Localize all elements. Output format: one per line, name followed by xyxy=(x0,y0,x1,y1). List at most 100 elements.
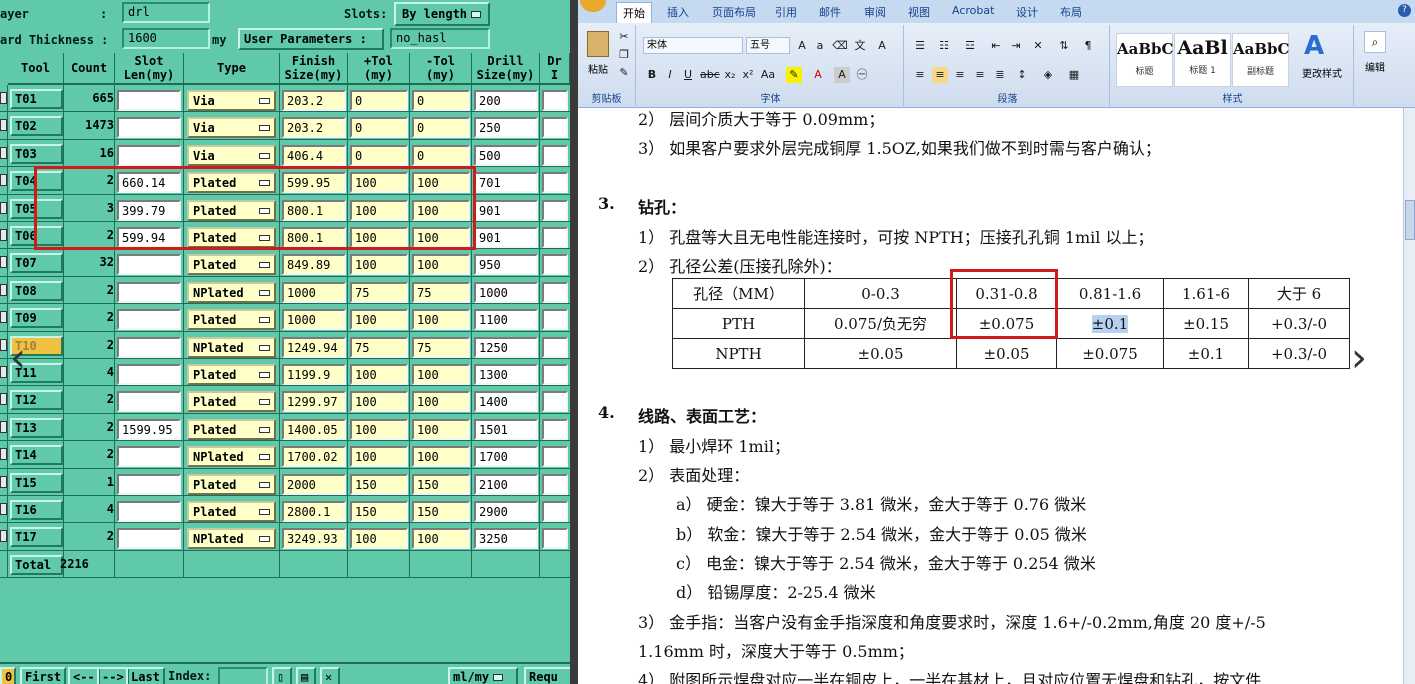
tool-button[interactable]: T02 xyxy=(10,116,63,137)
slot-length-input[interactable]: 1599.95 xyxy=(117,418,181,440)
minus-tol-input[interactable]: 150 xyxy=(412,473,470,495)
tool-button[interactable]: T13 xyxy=(10,417,63,438)
increase-indent-icon[interactable]: ⇥ xyxy=(1008,38,1024,54)
minus-tol-input[interactable]: 100 xyxy=(412,254,470,276)
minus-tol-input[interactable]: 100 xyxy=(412,364,470,385)
plus-tol-input[interactable]: 100 xyxy=(350,172,408,194)
plus-tol-input[interactable]: 100 xyxy=(350,391,408,413)
subscript-icon[interactable]: x₂ xyxy=(722,67,738,83)
drill-size-input[interactable]: 1300 xyxy=(474,364,538,385)
drill-extra-input[interactable] xyxy=(542,528,568,550)
vertical-scrollbar[interactable] xyxy=(1403,108,1415,684)
minus-tol-input[interactable]: 75 xyxy=(412,336,470,358)
finish-size-input[interactable]: 849.89 xyxy=(282,254,346,276)
type-dropdown[interactable]: Via xyxy=(187,117,276,139)
slot-length-input[interactable] xyxy=(117,446,181,468)
nav-zero[interactable]: 0 xyxy=(0,667,16,684)
row-select-icon[interactable] xyxy=(0,283,7,296)
column-header[interactable]: Drill Size(my) xyxy=(472,53,540,85)
shrink-font-icon[interactable]: a xyxy=(812,38,828,54)
show-marks-icon[interactable]: ¶ xyxy=(1080,38,1096,54)
drill-extra-input[interactable] xyxy=(542,144,568,166)
minus-tol-input[interactable]: 100 xyxy=(412,309,470,331)
drill-size-input[interactable]: 901 xyxy=(474,227,538,248)
row-select-icon[interactable] xyxy=(0,146,7,159)
row-select-icon[interactable] xyxy=(0,503,7,515)
first-button[interactable]: First xyxy=(20,667,67,684)
minus-tol-input[interactable]: 100 xyxy=(412,391,470,413)
row-select-icon[interactable] xyxy=(0,256,7,269)
tool-button[interactable]: T17 xyxy=(10,527,63,548)
plus-tol-input[interactable]: 100 xyxy=(350,227,408,248)
type-dropdown[interactable]: Plated xyxy=(187,501,276,522)
plus-tol-input[interactable]: 150 xyxy=(350,501,408,522)
slot-length-input[interactable]: 599.94 xyxy=(117,227,181,248)
type-dropdown[interactable]: NPlated xyxy=(187,446,276,468)
pin-icon[interactable]: ▯ xyxy=(272,667,292,684)
drill-extra-input[interactable] xyxy=(542,336,568,358)
drill-extra-input[interactable] xyxy=(542,199,568,221)
drill-size-input[interactable]: 1250 xyxy=(474,336,538,358)
row-select-icon[interactable] xyxy=(0,530,7,543)
minus-tol-input[interactable]: 0 xyxy=(412,117,470,139)
minus-tol-input[interactable]: 100 xyxy=(412,418,470,440)
style-heading[interactable]: AaBbC 标题 xyxy=(1116,33,1173,87)
index-input[interactable] xyxy=(218,667,268,684)
slot-length-input[interactable] xyxy=(117,254,181,276)
slot-length-input[interactable] xyxy=(117,281,181,303)
finish-size-input[interactable]: 1000 xyxy=(282,281,346,303)
bullets-icon[interactable]: ☰ xyxy=(912,38,928,54)
finish-size-input[interactable]: 800.1 xyxy=(282,199,346,221)
column-header[interactable]: -Tol (my) xyxy=(410,53,472,85)
drill-size-input[interactable]: 1400 xyxy=(474,391,538,413)
change-case-icon[interactable]: Aa xyxy=(760,67,776,83)
type-dropdown[interactable]: Plated xyxy=(187,391,276,413)
column-header[interactable]: Count xyxy=(64,53,115,85)
column-header[interactable]: Slot Len(my) xyxy=(115,53,184,85)
style-heading-1[interactable]: AaBl 标题 1 xyxy=(1174,33,1231,87)
drill-extra-input[interactable] xyxy=(542,172,568,194)
row-select-icon[interactable] xyxy=(0,201,7,214)
drill-extra-input[interactable] xyxy=(542,391,568,413)
drill-extra-input[interactable] xyxy=(542,227,568,248)
finish-size-input[interactable]: 1199.9 xyxy=(282,364,346,385)
tab-acrobat[interactable]: Acrobat xyxy=(952,4,994,17)
plus-tol-input[interactable]: 100 xyxy=(350,199,408,221)
drill-extra-input[interactable] xyxy=(542,281,568,303)
tab-mailings[interactable]: 邮件 xyxy=(819,4,841,20)
drill-extra-input[interactable] xyxy=(542,501,568,522)
shading-icon[interactable]: ◈ xyxy=(1040,67,1056,83)
underline-icon[interactable]: U xyxy=(680,67,696,83)
slot-length-input[interactable] xyxy=(117,473,181,495)
type-dropdown[interactable]: Plated xyxy=(187,172,276,194)
plus-tol-input[interactable]: 75 xyxy=(350,281,408,303)
layer-input[interactable]: drl xyxy=(122,2,210,23)
row-select-icon[interactable] xyxy=(0,92,7,104)
grow-font-icon[interactable]: A xyxy=(794,38,810,54)
drill-extra-input[interactable] xyxy=(542,364,568,385)
prev-arrow-icon[interactable]: ‹ xyxy=(10,338,26,378)
request-button[interactable]: Requ xyxy=(524,667,570,684)
slot-length-input[interactable] xyxy=(117,336,181,358)
type-dropdown[interactable]: Plated xyxy=(187,227,276,248)
minus-tol-input[interactable]: 75 xyxy=(412,281,470,303)
row-select-icon[interactable] xyxy=(0,174,7,187)
font-size-select[interactable]: 五号 xyxy=(746,37,790,54)
row-select-icon[interactable] xyxy=(0,448,7,461)
char-border-icon[interactable]: A xyxy=(874,38,890,54)
type-dropdown[interactable]: Plated xyxy=(187,254,276,276)
plus-tol-input[interactable]: 0 xyxy=(350,144,408,166)
tool-button[interactable]: T12 xyxy=(10,390,63,411)
page-icon[interactable]: ▤ xyxy=(296,667,316,684)
tool-button[interactable]: T09 xyxy=(10,308,63,329)
change-styles-icon[interactable]: A xyxy=(1304,31,1324,61)
type-dropdown[interactable]: Plated xyxy=(187,309,276,331)
tool-button[interactable]: T14 xyxy=(10,445,63,466)
multilevel-list-icon[interactable]: ☲ xyxy=(962,38,978,54)
minus-tol-input[interactable]: 100 xyxy=(412,446,470,468)
tab-view[interactable]: 视图 xyxy=(908,4,930,20)
drill-extra-input[interactable] xyxy=(542,418,568,440)
finish-size-input[interactable]: 406.4 xyxy=(282,144,346,166)
strikethrough-icon[interactable]: abc xyxy=(700,67,720,83)
column-header[interactable]: Tool xyxy=(8,53,64,85)
